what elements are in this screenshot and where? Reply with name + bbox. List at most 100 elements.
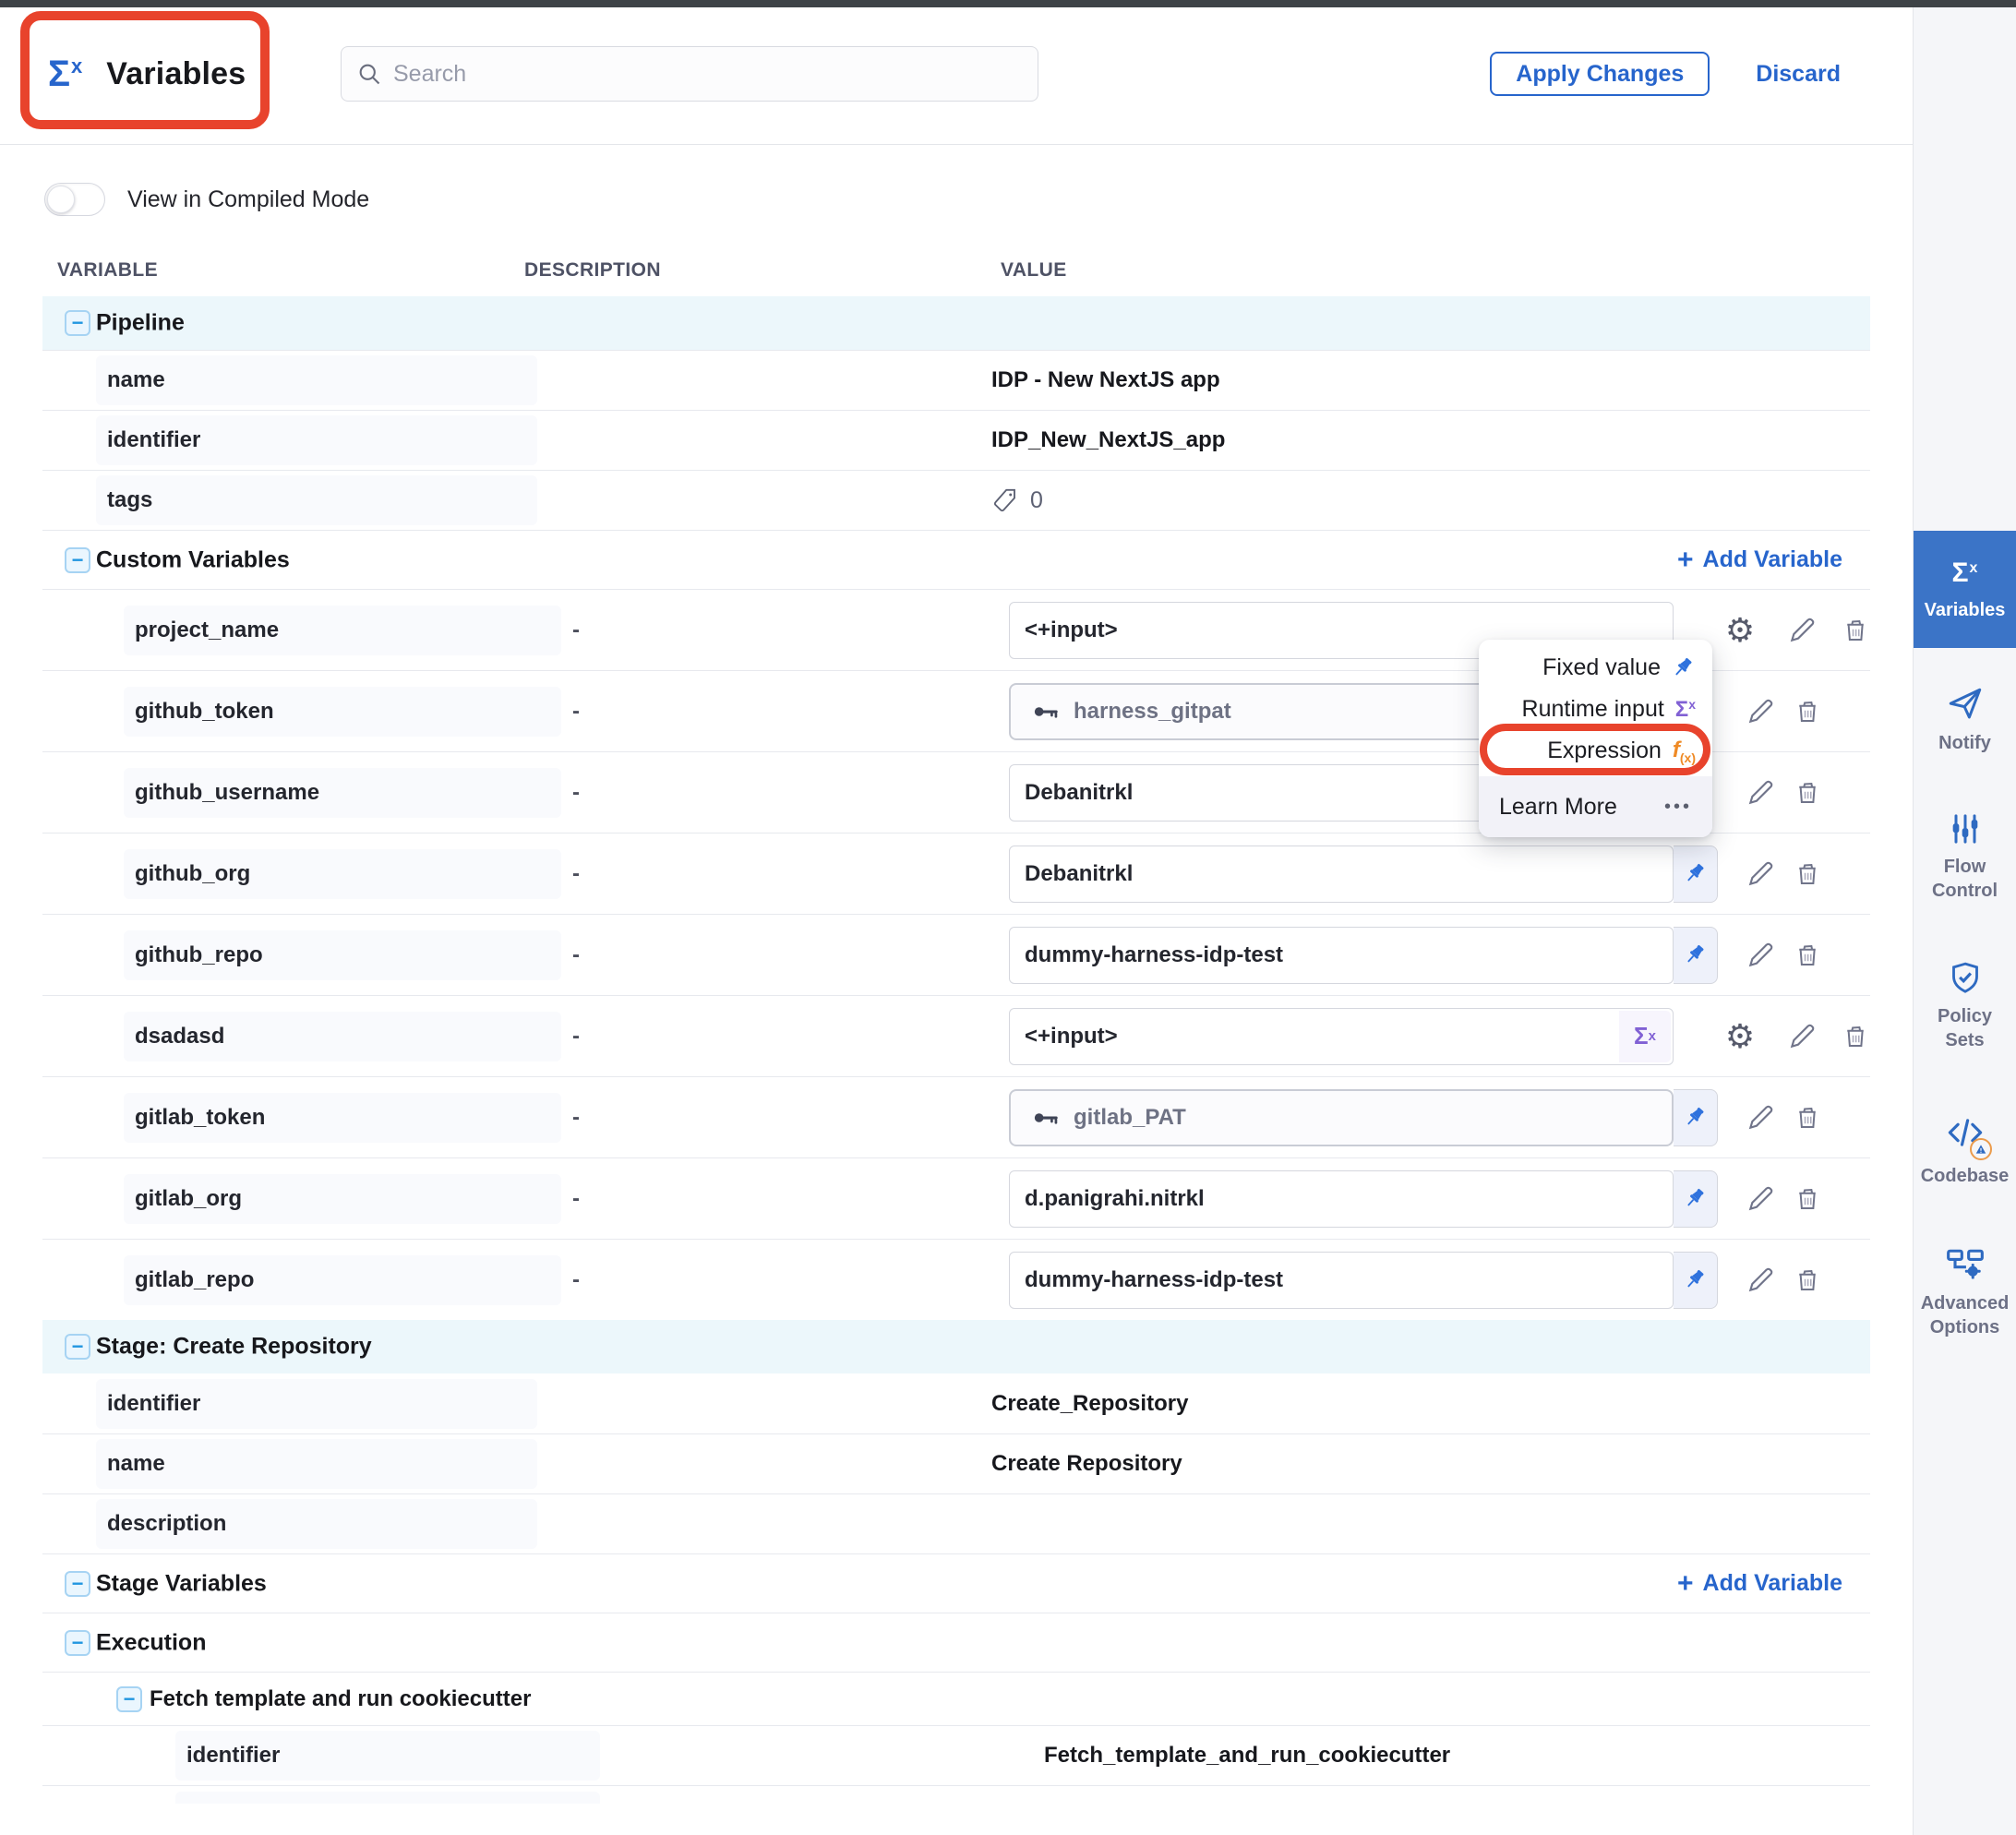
delete-trash-icon[interactable] <box>1789 856 1826 893</box>
menu-item-runtime-input[interactable]: Runtime input Σx <box>1479 689 1712 730</box>
delete-trash-icon[interactable] <box>1837 1018 1874 1055</box>
plus-icon: + <box>1677 546 1694 574</box>
table-row-partial <box>42 1785 1870 1804</box>
table-row: identifier Create_Repository <box>42 1373 1870 1433</box>
section-step-group: − Fetch template and run cookiecutter <box>42 1672 1870 1725</box>
paper-plane-icon <box>1946 685 1985 724</box>
collapse-icon[interactable]: − <box>65 1571 90 1597</box>
variable-name-chip: dsadasd <box>124 1012 561 1061</box>
edit-pencil-icon[interactable] <box>1742 856 1779 893</box>
table-row: name Create Repository <box>42 1433 1870 1493</box>
tags-count: 0 <box>1030 487 1043 514</box>
collapse-icon[interactable]: − <box>65 310 90 336</box>
sidebar-item-policy-sets[interactable]: PolicySets <box>1914 960 2016 1052</box>
value-input[interactable]: d.panigrahi.nitrkl <box>1009 1170 1674 1228</box>
delete-trash-icon[interactable] <box>1789 693 1826 730</box>
table-row: gitlab_org - d.panigrahi.nitrkl <box>42 1157 1870 1239</box>
table-row: identifier IDP_New_NextJS_app <box>42 410 1870 470</box>
variable-name-chip: github_repo <box>124 930 561 980</box>
value-input[interactable]: Debanitrkl <box>1009 846 1674 903</box>
compiled-mode-toggle[interactable] <box>44 183 105 216</box>
section-title: Custom Variables <box>96 546 290 573</box>
value-input[interactable]: dummy-harness-idp-test <box>1009 1252 1674 1309</box>
more-dots-icon: ••• <box>1664 797 1692 818</box>
column-variable: VARIABLE <box>57 259 158 282</box>
compiled-mode-label: View in Compiled Mode <box>127 186 369 213</box>
table-row: identifier Fetch_template_and_run_cookie… <box>42 1725 1870 1785</box>
discard-button[interactable]: Discard <box>1756 61 1841 88</box>
section-title: Stage Variables <box>96 1570 267 1597</box>
delete-trash-icon[interactable] <box>1837 612 1874 649</box>
table-row: tags 0 <box>42 470 1870 530</box>
menu-item-fixed-value[interactable]: Fixed value <box>1479 647 1712 689</box>
delete-trash-icon[interactable] <box>1789 774 1826 811</box>
value-input[interactable]: <+input> Σx <box>1009 1008 1674 1065</box>
table-row: dsadasd - <+input> Σx ⚙ <box>42 995 1870 1076</box>
warning-badge-icon <box>1970 1138 1992 1160</box>
sidebar-item-notify[interactable]: Notify <box>1914 685 2016 755</box>
value-input[interactable]: dummy-harness-idp-test <box>1009 927 1674 984</box>
edit-pencil-icon[interactable] <box>1742 1099 1779 1136</box>
edit-pencil-icon[interactable] <box>1742 1262 1779 1299</box>
apply-changes-button[interactable]: Apply Changes <box>1490 52 1710 96</box>
search-field[interactable] <box>393 61 947 88</box>
pin-button[interactable] <box>1674 846 1718 903</box>
pin-icon <box>1684 1268 1708 1292</box>
shield-check-icon <box>1947 960 1984 997</box>
sidebar-item-codebase[interactable]: Codebase <box>1914 1113 2016 1188</box>
variables-sigma-icon: Σx <box>48 54 82 95</box>
add-variable-button[interactable]: + Add Variable <box>1677 546 1842 574</box>
edit-pencil-icon[interactable] <box>1742 1181 1779 1217</box>
pin-icon <box>1684 862 1708 886</box>
edit-pencil-icon[interactable] <box>1742 693 1779 730</box>
table-row: github_repo - dummy-harness-idp-test <box>42 914 1870 995</box>
variable-name-chip: gitlab_repo <box>124 1255 561 1305</box>
settings-gear-icon[interactable]: ⚙ <box>1722 1018 1758 1055</box>
add-variable-button[interactable]: + Add Variable <box>1677 1570 1842 1598</box>
pin-icon <box>1684 943 1708 967</box>
table-row: gitlab_token - gitlab_PAT <box>42 1076 1870 1157</box>
edit-pencil-icon[interactable] <box>1783 1018 1820 1055</box>
sidebar-item-variables[interactable]: Σx Variables <box>1914 531 2016 648</box>
delete-trash-icon[interactable] <box>1789 1181 1826 1217</box>
pin-icon <box>1684 1106 1708 1130</box>
edit-pencil-icon[interactable] <box>1742 774 1779 811</box>
sidebar-item-label: AdvancedOptions <box>1921 1291 2010 1339</box>
variable-name-chip: gitlab_org <box>124 1174 561 1224</box>
delete-trash-icon[interactable] <box>1789 1262 1826 1299</box>
section-stage-variables: − Stage Variables + Add Variable <box>42 1553 1870 1613</box>
section-pipeline: − Pipeline <box>42 296 1870 350</box>
variable-value: Fetch_template_and_run_cookiecutter <box>1044 1743 1450 1769</box>
sliders-icon <box>1947 810 1984 847</box>
variable-name-chip: gitlab_token <box>124 1093 561 1143</box>
variable-value: Create Repository <box>991 1451 1182 1477</box>
menu-item-expression[interactable]: Expression f(x) <box>1479 730 1712 772</box>
variable-name-chip: tags <box>96 475 537 525</box>
sidebar-item-flow-control[interactable]: FlowControl <box>1914 810 2016 903</box>
delete-trash-icon[interactable] <box>1789 1099 1826 1136</box>
pin-button[interactable] <box>1674 1170 1718 1228</box>
pin-icon <box>1684 1187 1708 1211</box>
collapse-icon[interactable]: − <box>65 547 90 573</box>
collapse-icon[interactable]: − <box>65 1334 90 1360</box>
edit-pencil-icon[interactable] <box>1783 612 1820 649</box>
search-input[interactable] <box>341 46 1038 102</box>
variable-value: IDP_New_NextJS_app <box>991 427 1225 453</box>
edit-pencil-icon[interactable] <box>1742 937 1779 974</box>
secret-value-input[interactable]: gitlab_PAT <box>1009 1089 1674 1146</box>
toggle-knob <box>47 186 75 213</box>
sidebar-item-advanced-options[interactable]: AdvancedOptions <box>1914 1243 2016 1339</box>
pin-button[interactable] <box>1674 1089 1718 1146</box>
runtime-input-sigma-badge[interactable]: Σx <box>1619 1011 1671 1062</box>
settings-gear-icon[interactable]: ⚙ <box>1722 612 1758 649</box>
pin-button[interactable] <box>1674 1252 1718 1309</box>
collapse-icon[interactable]: − <box>116 1686 142 1712</box>
pin-button[interactable] <box>1674 927 1718 984</box>
collapse-icon[interactable]: − <box>65 1630 90 1656</box>
fx-expression-icon: f(x) <box>1673 737 1696 765</box>
variable-name-chip: identifier <box>175 1731 600 1781</box>
variable-name-chip: github_token <box>124 687 561 737</box>
learn-more-item[interactable]: Learn More ••• <box>1479 776 1712 837</box>
delete-trash-icon[interactable] <box>1789 937 1826 974</box>
tag-icon <box>991 486 1019 514</box>
